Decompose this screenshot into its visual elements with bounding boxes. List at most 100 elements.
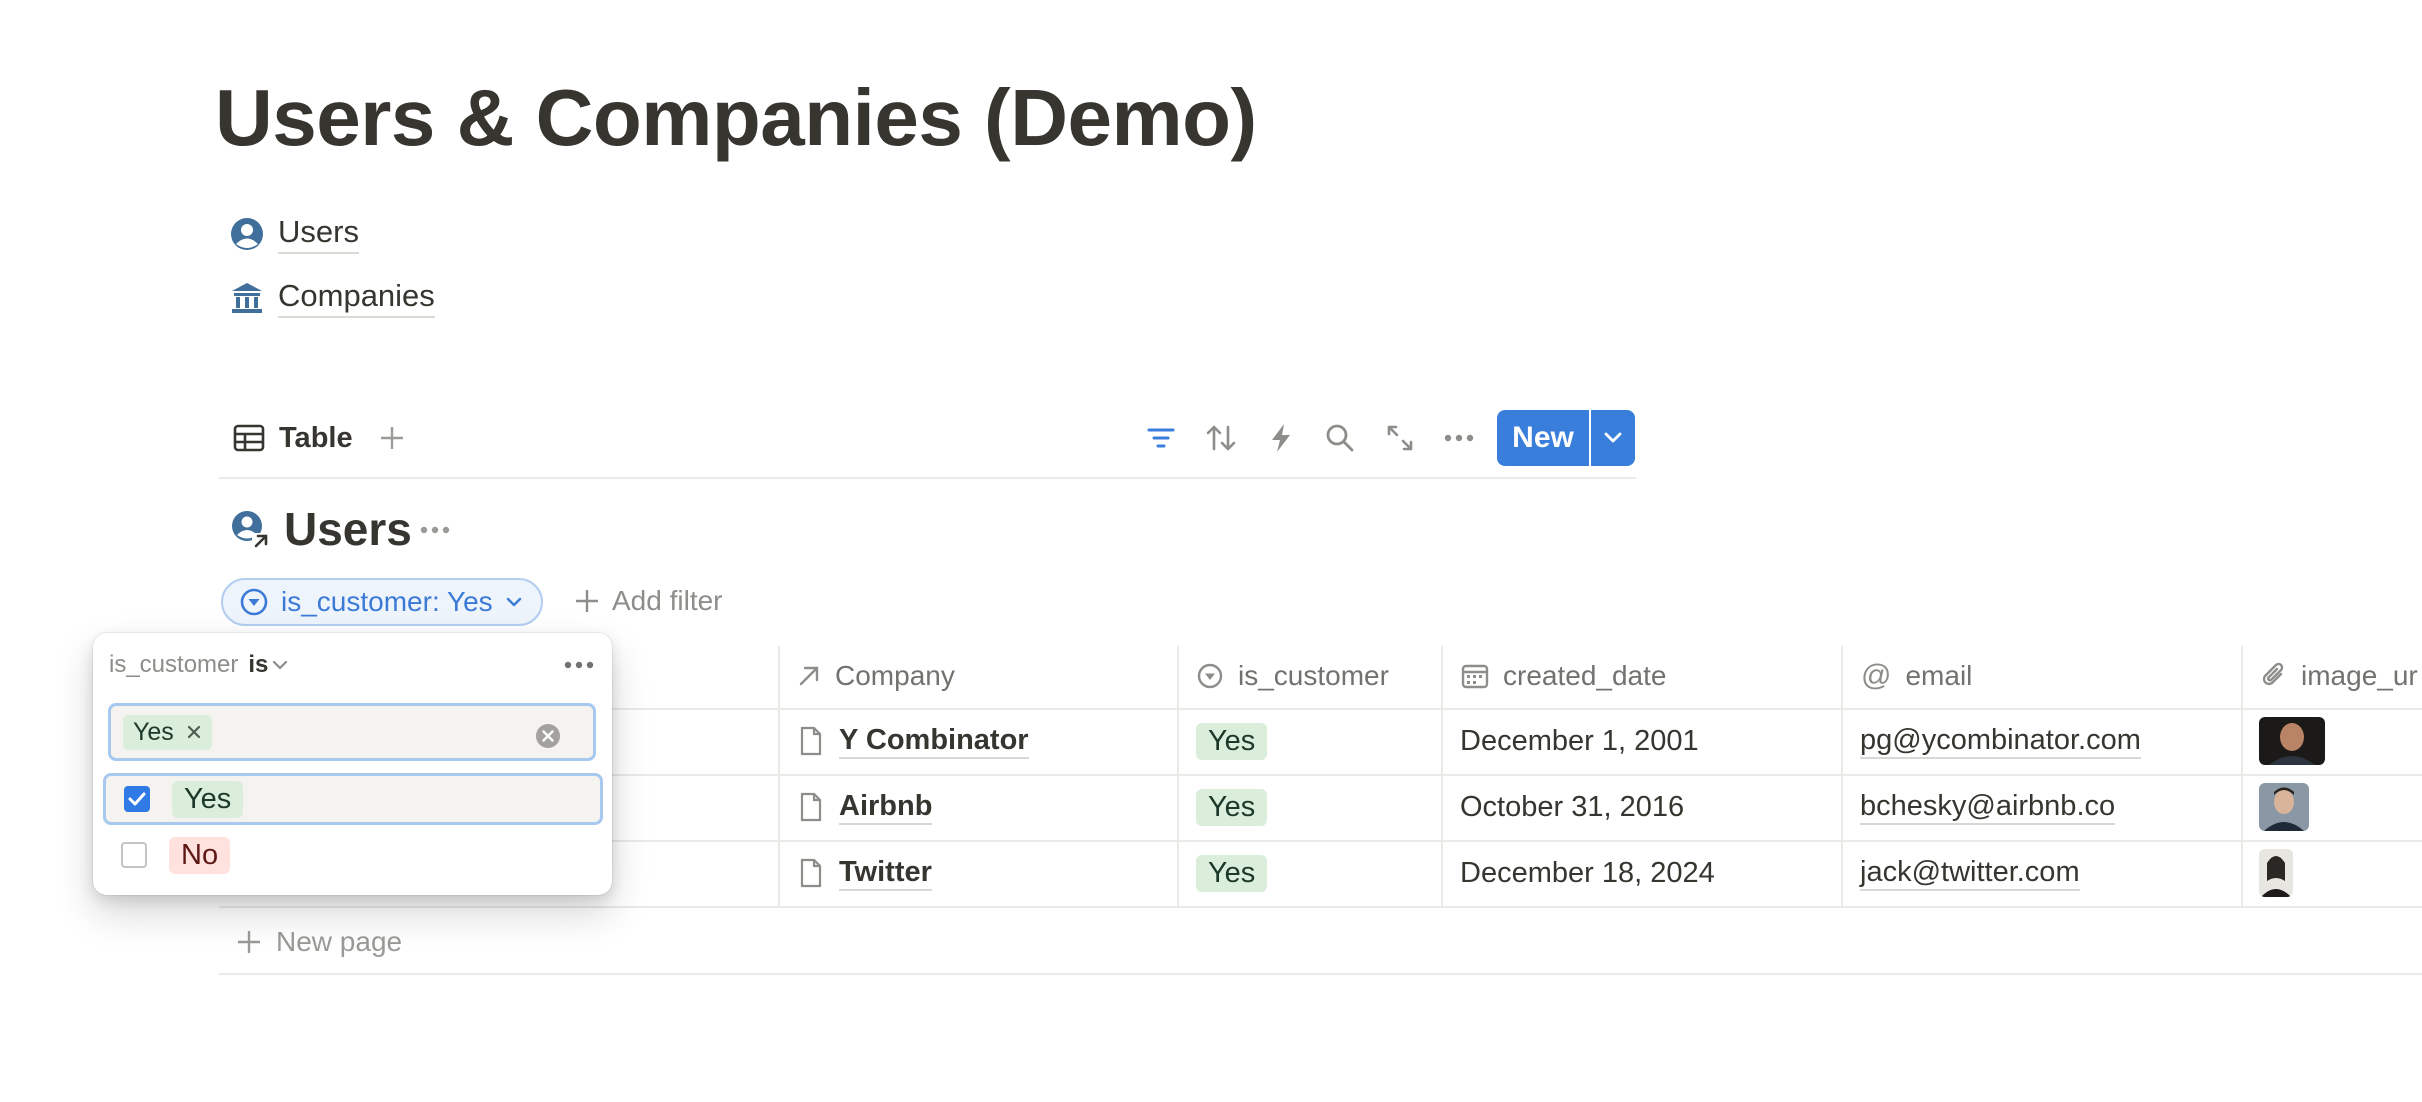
yes-tag: Yes bbox=[172, 780, 244, 818]
table-icon bbox=[233, 424, 265, 452]
email-value: jack@twitter.com bbox=[1860, 856, 2080, 891]
cell-email[interactable]: pg@ycombinator.com bbox=[1860, 711, 2141, 771]
page-icon bbox=[799, 792, 823, 822]
filter-operator-label: is bbox=[248, 651, 269, 678]
yes-tag: Yes bbox=[1196, 854, 1268, 892]
expand-icon[interactable] bbox=[1378, 416, 1422, 460]
cell-created-date[interactable]: October 31, 2016 bbox=[1460, 777, 1684, 837]
select-icon bbox=[239, 587, 269, 617]
filter-operator-selector[interactable]: is_customer is bbox=[109, 645, 288, 685]
user-circle-icon bbox=[230, 217, 264, 251]
cell-image[interactable] bbox=[2259, 777, 2309, 837]
cell-is-customer[interactable]: Yes bbox=[1196, 711, 1268, 771]
option-no[interactable]: No bbox=[103, 829, 603, 881]
column-divider bbox=[2241, 646, 2243, 908]
link-label: Users bbox=[278, 214, 359, 254]
no-tag: No bbox=[169, 836, 231, 874]
bank-icon bbox=[230, 281, 264, 315]
email-value: bchesky@airbnb.co bbox=[1860, 790, 2116, 825]
cell-created-date[interactable]: December 18, 2024 bbox=[1460, 843, 1715, 903]
cell-company[interactable]: Airbnb bbox=[799, 777, 933, 837]
email-value: pg@ycombinator.com bbox=[1860, 724, 2141, 759]
calendar-icon bbox=[1461, 662, 1489, 690]
linked-user-icon bbox=[230, 509, 270, 549]
cell-is-customer[interactable]: Yes bbox=[1196, 843, 1268, 903]
filter-chip-is-customer[interactable]: is_customer: Yes bbox=[221, 578, 543, 626]
add-filter-label: Add filter bbox=[612, 585, 723, 616]
avatar bbox=[2259, 783, 2309, 831]
table-bottom-divider bbox=[219, 973, 2422, 975]
cell-image[interactable] bbox=[2259, 843, 2293, 903]
column-header-is-customer[interactable]: is_customer bbox=[1196, 654, 1389, 698]
page-icon bbox=[799, 726, 823, 756]
company-name: Y Combinator bbox=[839, 724, 1029, 759]
column-header-label: Company bbox=[835, 660, 955, 691]
column-header-label: email bbox=[1905, 660, 1973, 691]
filter-icon[interactable] bbox=[1139, 416, 1183, 460]
plus-icon bbox=[236, 929, 262, 955]
column-divider bbox=[1441, 646, 1443, 908]
column-header-created-date[interactable]: created_date bbox=[1461, 654, 1666, 698]
filter-chip-label: is_customer: Yes bbox=[281, 586, 493, 617]
database-title[interactable]: Users bbox=[230, 502, 412, 556]
tab-table-view[interactable]: Table bbox=[233, 416, 353, 460]
more-icon[interactable] bbox=[1437, 416, 1481, 460]
link-companies[interactable]: Companies bbox=[230, 274, 435, 322]
column-divider bbox=[1841, 646, 1843, 908]
filter-popover: is_customer is Yes Yes No bbox=[93, 633, 612, 895]
selected-value-tag: Yes bbox=[123, 714, 212, 750]
column-divider bbox=[1177, 646, 1179, 908]
selected-value-label: Yes bbox=[133, 717, 174, 746]
automation-icon[interactable] bbox=[1259, 416, 1303, 460]
search-icon[interactable] bbox=[1318, 416, 1362, 460]
cell-email[interactable]: jack@twitter.com bbox=[1860, 843, 2080, 903]
remove-tag-icon[interactable] bbox=[186, 724, 202, 740]
cell-image[interactable] bbox=[2259, 711, 2325, 771]
checkbox-checked[interactable] bbox=[124, 786, 150, 812]
database-title-label: Users bbox=[284, 503, 412, 555]
column-divider bbox=[778, 646, 780, 908]
yes-tag: Yes bbox=[1196, 722, 1268, 760]
chevron-down-icon bbox=[272, 660, 288, 670]
add-view-button[interactable] bbox=[372, 416, 412, 460]
option-yes[interactable]: Yes bbox=[103, 773, 603, 825]
more-icon[interactable] bbox=[564, 647, 594, 683]
cell-created-date[interactable]: December 1, 2001 bbox=[1460, 711, 1699, 771]
link-users[interactable]: Users bbox=[230, 210, 359, 258]
column-header-email[interactable]: @ email bbox=[1861, 654, 1972, 698]
clear-input-icon[interactable] bbox=[535, 723, 561, 749]
column-header-label: created_date bbox=[1503, 660, 1667, 691]
company-name: Airbnb bbox=[839, 790, 933, 825]
row-divider bbox=[219, 906, 2422, 908]
database-more-icon[interactable] bbox=[420, 510, 450, 550]
sort-icon[interactable] bbox=[1199, 416, 1243, 460]
checkbox-unchecked[interactable] bbox=[121, 842, 147, 868]
new-page-label: New page bbox=[276, 926, 403, 957]
link-label: Companies bbox=[278, 278, 435, 318]
page-icon bbox=[799, 858, 823, 888]
relation-arrow-icon bbox=[797, 664, 821, 688]
cell-is-customer[interactable]: Yes bbox=[1196, 777, 1268, 837]
yes-tag: Yes bbox=[1196, 788, 1268, 826]
cell-email[interactable]: bchesky@airbnb.co bbox=[1860, 777, 2116, 837]
new-button[interactable]: New bbox=[1497, 410, 1589, 466]
cell-company[interactable]: Y Combinator bbox=[799, 711, 1029, 771]
column-header-company[interactable]: Company bbox=[797, 654, 955, 698]
company-name: Twitter bbox=[839, 856, 932, 891]
filter-value-input[interactable]: Yes bbox=[108, 703, 596, 761]
avatar bbox=[2259, 849, 2293, 897]
page-title: Users & Companies (Demo) bbox=[215, 73, 1257, 162]
tab-label: Table bbox=[279, 421, 353, 454]
new-page-button[interactable]: New page bbox=[236, 920, 402, 964]
cell-company[interactable]: Twitter bbox=[799, 843, 932, 903]
paperclip-icon bbox=[2261, 661, 2287, 691]
filter-property-label: is_customer bbox=[109, 651, 239, 678]
at-icon: @ bbox=[1861, 659, 1892, 692]
chevron-down-icon bbox=[1603, 432, 1623, 444]
add-filter-button[interactable]: Add filter bbox=[574, 580, 723, 622]
plus-icon bbox=[574, 588, 600, 614]
column-header-image-url[interactable]: image_ur bbox=[2261, 654, 2418, 698]
column-header-label: image_ur bbox=[2301, 660, 2418, 691]
new-dropdown-button[interactable] bbox=[1591, 410, 1635, 466]
column-header-label: is_customer bbox=[1238, 660, 1389, 691]
